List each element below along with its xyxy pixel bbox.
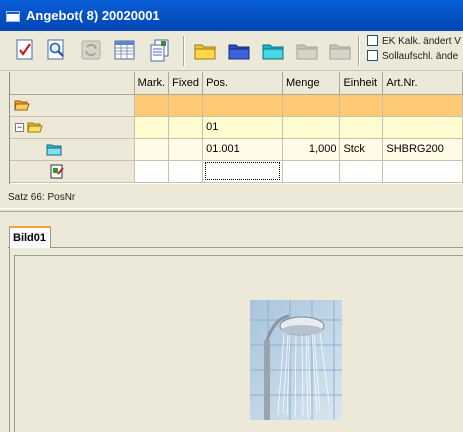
folder-cyan-icon (262, 44, 284, 60)
refresh-button[interactable] (78, 37, 104, 63)
collapse-icon[interactable]: − (15, 122, 24, 132)
column-header-einheit[interactable]: Einheit (339, 72, 384, 95)
window-title: Angebot( 8) 20020001 (26, 8, 160, 23)
toolbar-separator (358, 36, 360, 66)
table-row[interactable] (10, 94, 463, 117)
edit-document-icon (50, 164, 64, 179)
grid-header-row: Mark. Fixed Pos. Menge Einheit Art.Nr. (10, 72, 463, 95)
tree-cell[interactable]: − (10, 116, 135, 139)
column-header-tree[interactable] (10, 72, 135, 95)
magnifier-icon (47, 39, 64, 60)
ek-kalk-label: EK Kalk. ändert V (382, 36, 461, 47)
folder-yellow-icon (194, 44, 216, 60)
fixed-cell[interactable] (168, 94, 204, 117)
column-header-artnr[interactable]: Art.Nr. (382, 72, 463, 95)
table-row[interactable]: 01.001 1,000 Stck SHBRG200 (10, 138, 463, 161)
fixed-cell[interactable] (168, 160, 204, 183)
checkbox-box[interactable] (367, 50, 378, 61)
table-row[interactable]: − 01 (10, 116, 463, 139)
gray-folder-button[interactable] (294, 37, 320, 63)
record-status: Satz 66: PosNr (8, 192, 76, 203)
table-button[interactable] (111, 37, 137, 63)
fixed-cell[interactable] (168, 138, 204, 161)
menge-cell[interactable] (282, 94, 341, 117)
pos-input-cell[interactable] (202, 160, 283, 183)
artnr-cell[interactable] (382, 116, 463, 139)
pos-cell[interactable]: 01 (202, 116, 283, 139)
einheit-cell[interactable]: Stck (339, 138, 384, 161)
artnr-cell[interactable]: SHBRG200 (382, 138, 463, 161)
menge-cell[interactable] (282, 160, 341, 183)
mark-cell[interactable] (134, 94, 170, 117)
folder-open-icon (27, 122, 43, 133)
sollaufschl-checkbox[interactable]: Sollaufschl. ände (367, 50, 463, 64)
folder-gray-icon (296, 44, 318, 60)
toolbar: EK Kalk. ändert V Sollaufschl. ände (0, 31, 463, 71)
artnr-cell[interactable] (382, 160, 463, 183)
checkbox-box[interactable] (367, 35, 378, 46)
menge-cell[interactable] (282, 116, 341, 139)
folder-gray-icon (329, 44, 351, 60)
ek-kalk-checkbox[interactable]: EK Kalk. ändert V (367, 35, 463, 49)
image-panel (9, 248, 463, 432)
splitter[interactable] (0, 208, 463, 212)
fixed-cell[interactable] (168, 116, 204, 139)
artnr-cell[interactable] (382, 94, 463, 117)
tree-cell[interactable] (10, 94, 135, 117)
menge-cell[interactable]: 1,000 (282, 138, 341, 161)
folder-blue-icon (228, 44, 250, 60)
column-header-menge[interactable]: Menge (282, 72, 341, 95)
copy-document-button[interactable] (147, 37, 173, 63)
gray-folder-2-button[interactable] (327, 37, 353, 63)
einheit-cell[interactable] (339, 94, 384, 117)
folder-open-icon (14, 100, 30, 111)
yellow-folder-button[interactable] (192, 37, 218, 63)
image-frame (14, 255, 463, 432)
title-bar[interactable]: Angebot( 8) 20020001 (0, 0, 463, 31)
shower-photo (250, 300, 342, 420)
tree-cell[interactable] (10, 138, 135, 161)
documents-icon (150, 39, 169, 62)
pos-cell[interactable] (202, 94, 283, 117)
preview-button[interactable] (43, 37, 69, 63)
tab-bild01[interactable]: Bild01 (9, 226, 52, 249)
einheit-cell[interactable] (339, 160, 384, 183)
table-row[interactable] (10, 160, 463, 183)
checklist-button[interactable] (12, 37, 38, 63)
mark-cell[interactable] (134, 116, 170, 139)
blue-folder-button[interactable] (226, 37, 252, 63)
tab-strip: Bild01 (8, 226, 463, 249)
checklist-icon (16, 39, 33, 60)
column-header-fixed[interactable]: Fixed (168, 72, 204, 95)
cyan-folder-button[interactable] (260, 37, 286, 63)
sollaufschl-label: Sollaufschl. ände (382, 51, 459, 62)
positions-grid: Mark. Fixed Pos. Menge Einheit Art.Nr. −… (9, 72, 463, 184)
pos-cell[interactable]: 01.001 (202, 138, 283, 161)
table-icon (114, 40, 135, 60)
mark-cell[interactable] (134, 138, 170, 161)
tree-cell[interactable] (10, 160, 135, 183)
einheit-cell[interactable] (339, 116, 384, 139)
column-header-mark[interactable]: Mark. (134, 72, 170, 95)
refresh-icon (81, 40, 101, 60)
window-icon[interactable] (6, 11, 20, 22)
toolbar-separator (183, 36, 185, 66)
folder-cyan-icon (46, 144, 62, 156)
mark-cell[interactable] (134, 160, 170, 183)
column-header-pos[interactable]: Pos. (202, 72, 283, 95)
